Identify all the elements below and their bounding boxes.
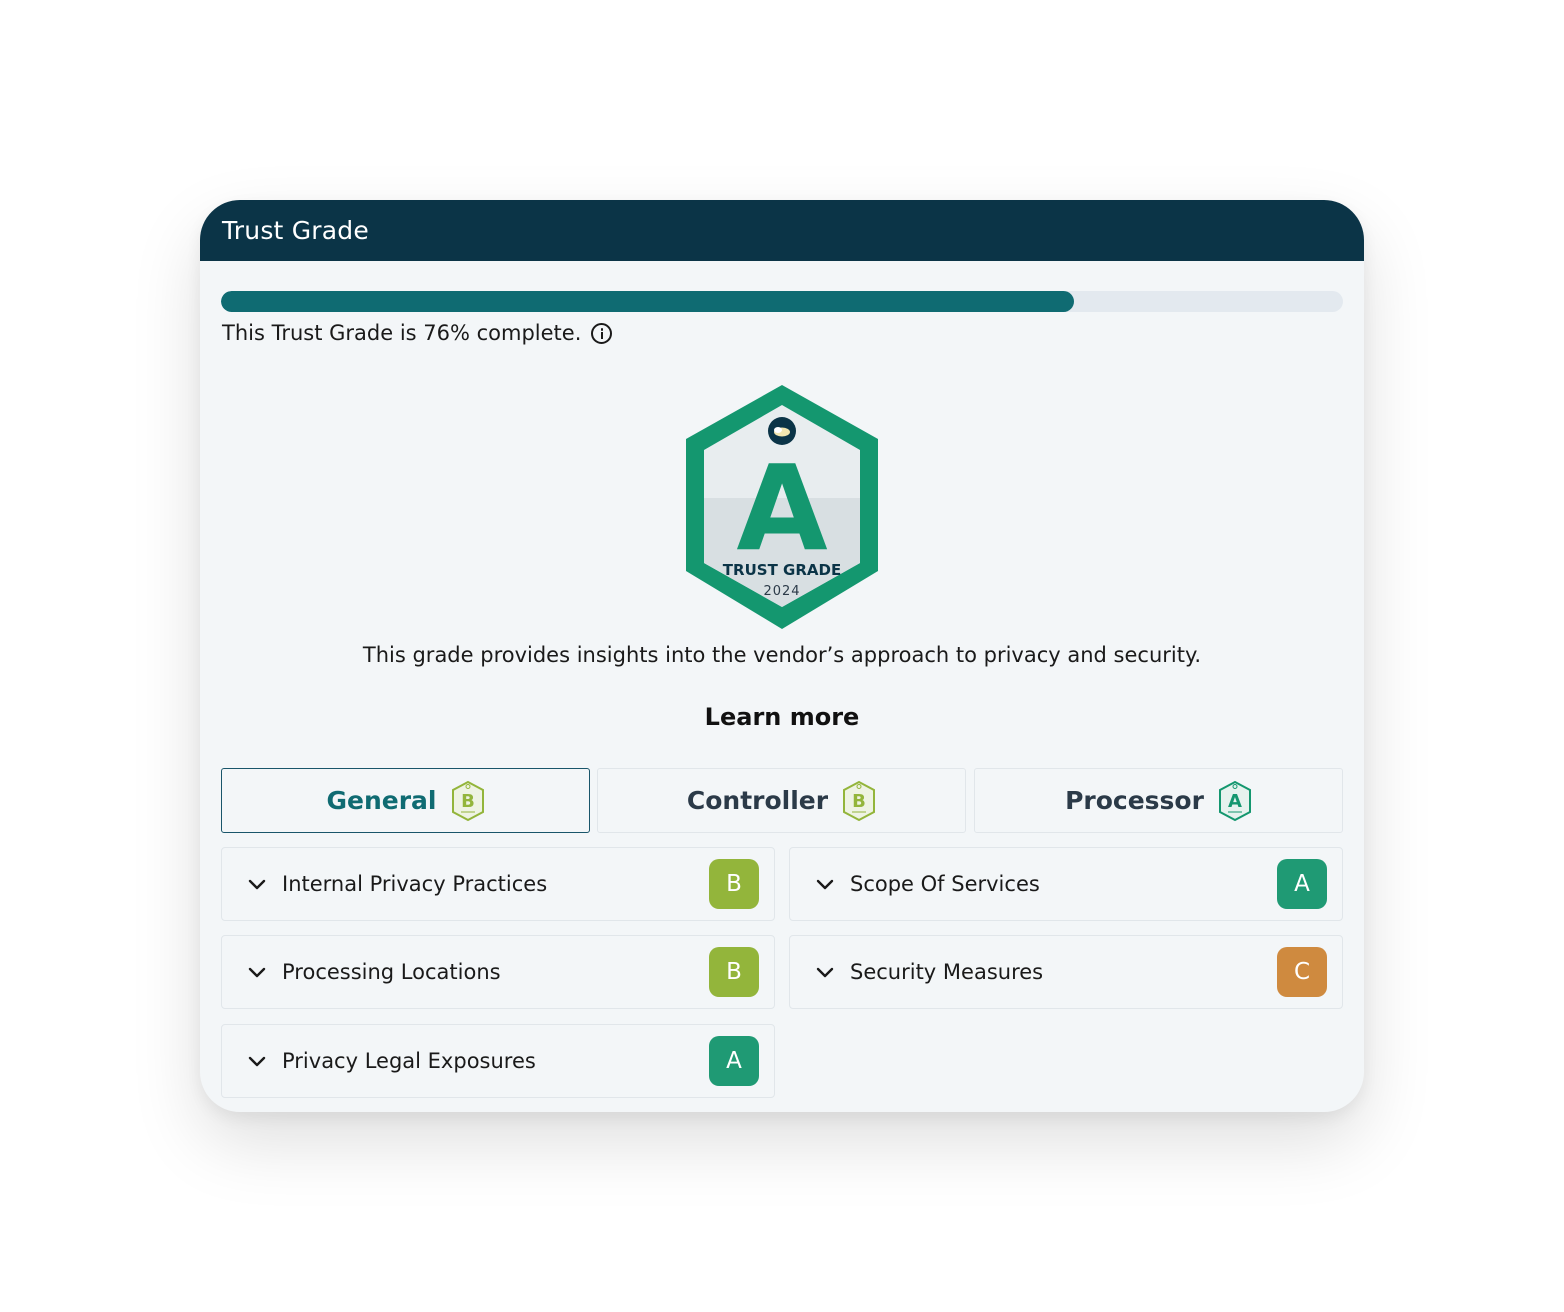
badge-grade-letter: A <box>736 439 827 577</box>
trust-grade-card: Trust Grade This Trust Grade is 76% comp… <box>200 200 1364 1112</box>
tab-label: Controller <box>686 786 829 815</box>
tab-controller[interactable]: Controller B <box>597 768 966 833</box>
section-label: Scope Of Services <box>850 872 1040 896</box>
grade-badge: B <box>709 947 759 997</box>
grade-description: This grade provides insights into the ve… <box>362 643 1202 667</box>
section-label: Processing Locations <box>282 960 501 984</box>
tab-general[interactable]: General B <box>221 768 590 833</box>
progress-bar <box>221 291 1343 312</box>
chevron-down-icon <box>248 879 266 890</box>
grade-badge-icon: A <box>1218 780 1251 821</box>
chevron-down-icon <box>248 1056 266 1067</box>
card-header: Trust Grade <box>200 200 1364 261</box>
section-processing-locations[interactable]: Processing Locations B <box>221 935 775 1009</box>
tab-label: Processor <box>1065 786 1204 815</box>
tab-grade-letter: A <box>1228 791 1242 812</box>
grade-badge: C <box>1277 947 1327 997</box>
grade-badge: B <box>709 859 759 909</box>
section-security-measures[interactable]: Security Measures C <box>789 935 1343 1009</box>
section-privacy-legal-exposures[interactable]: Privacy Legal Exposures A <box>221 1024 775 1098</box>
tab-processor[interactable]: Processor A <box>974 768 1343 833</box>
badge-year: 2024 <box>763 584 800 599</box>
info-icon[interactable] <box>591 322 613 344</box>
progress-text: This Trust Grade is 76% complete. <box>222 321 582 345</box>
grade-badge-icon: B <box>843 780 876 821</box>
grade-badge: A <box>1277 859 1327 909</box>
progress-caption: This Trust Grade is 76% complete. <box>222 318 613 348</box>
section-internal-privacy-practices[interactable]: Internal Privacy Practices B <box>221 847 775 921</box>
chevron-down-icon <box>248 967 266 978</box>
badge-label: TRUST GRADE <box>723 561 841 579</box>
chevron-down-icon <box>816 967 834 978</box>
section-label: Internal Privacy Practices <box>282 872 548 896</box>
tab-grade-letter: B <box>461 791 475 812</box>
tab-label: General <box>326 786 437 815</box>
trust-grade-badge-icon: A TRUST GRADE 2024 <box>686 385 878 629</box>
grade-badge-icon: B <box>451 780 484 821</box>
learn-more-link[interactable]: Learn more <box>200 703 1364 731</box>
progress-bar-fill <box>221 291 1074 312</box>
section-label: Privacy Legal Exposures <box>282 1049 536 1073</box>
tab-grade-letter: B <box>852 791 866 812</box>
grade-badge: A <box>709 1036 759 1086</box>
section-label: Security Measures <box>850 960 1044 984</box>
chevron-down-icon <box>816 879 834 890</box>
card-title: Trust Grade <box>222 216 369 245</box>
section-scope-of-services[interactable]: Scope Of Services A <box>789 847 1343 921</box>
